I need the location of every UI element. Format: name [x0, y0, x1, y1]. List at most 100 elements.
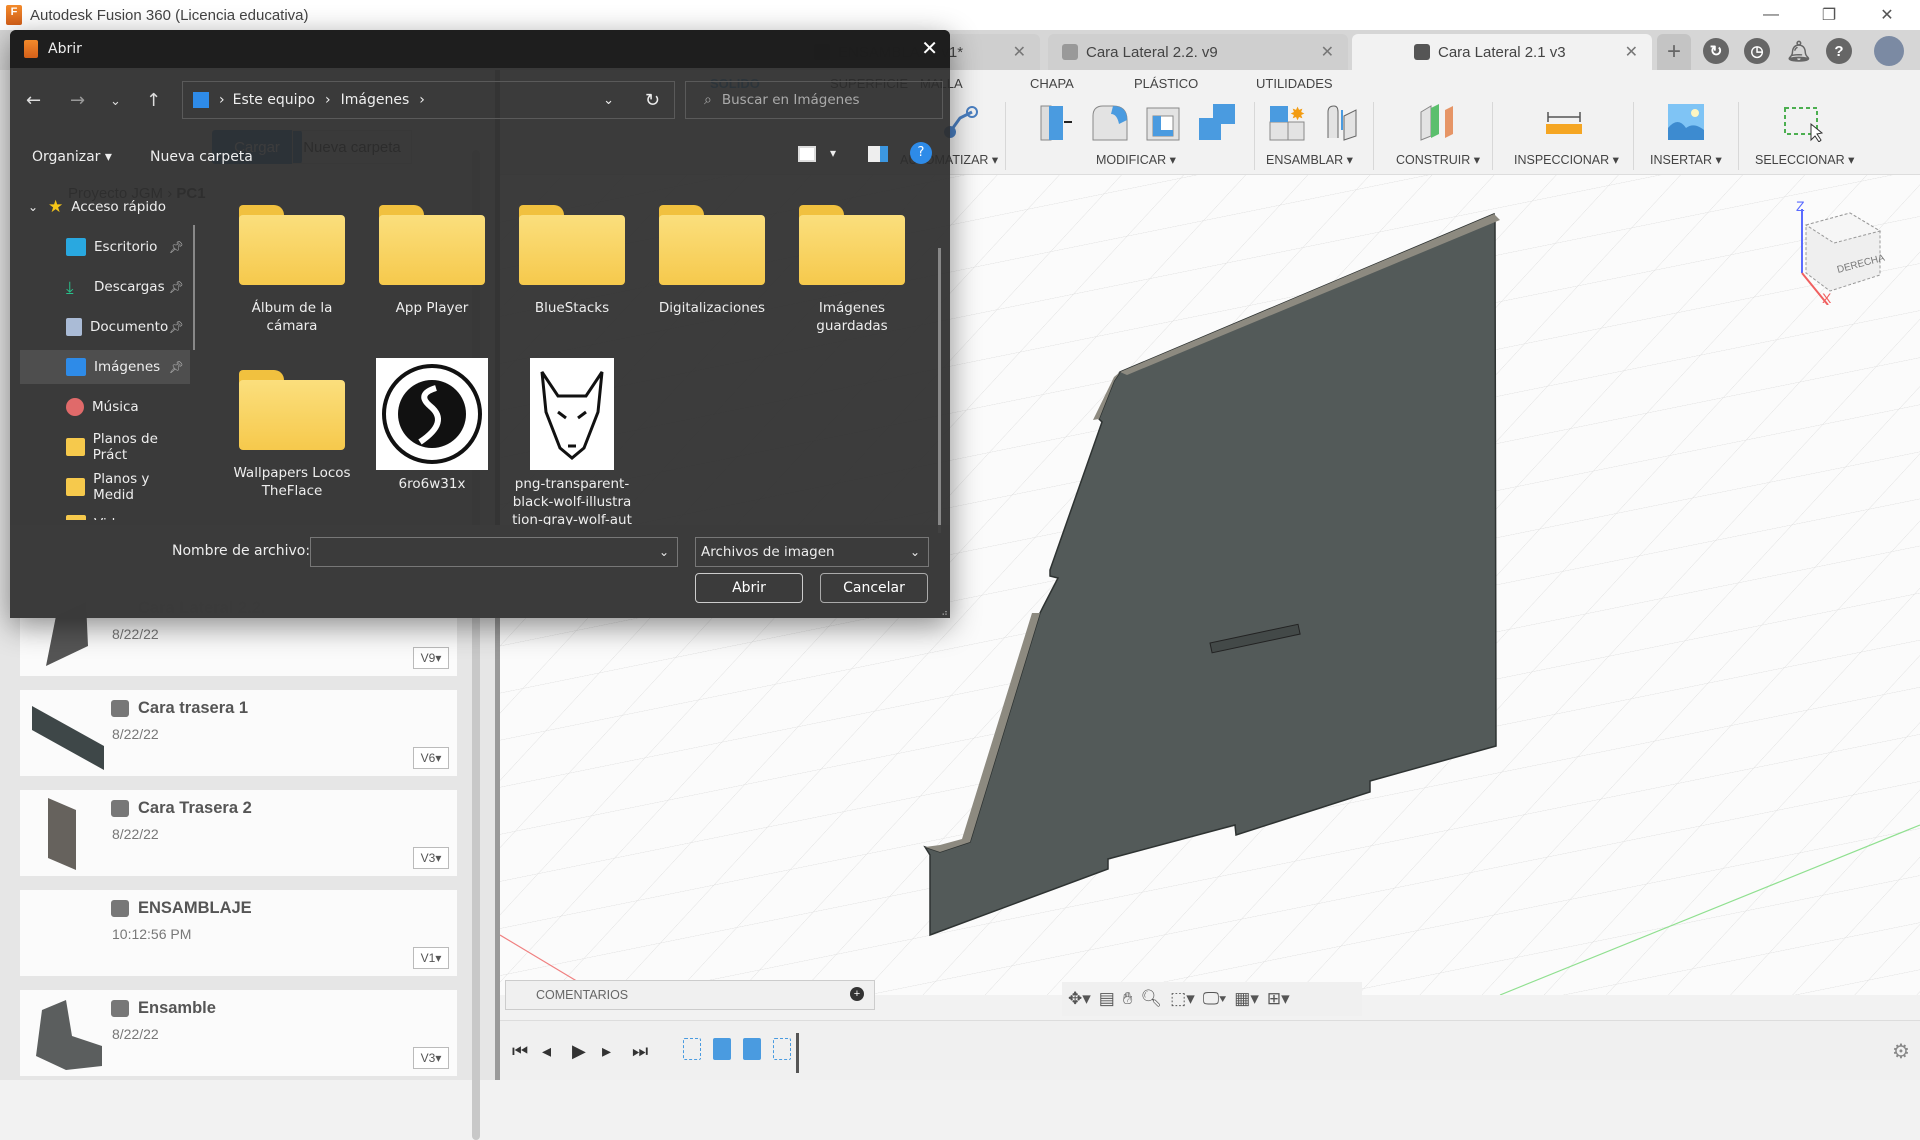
file-item-image[interactable]: png-transparent-black-wolf-illustration-…: [507, 358, 637, 525]
version-dropdown[interactable]: V3 ▾: [413, 1047, 449, 1069]
close-tab-icon[interactable]: ✕: [1321, 42, 1334, 62]
timeline-extrude-feature[interactable]: [713, 1038, 731, 1060]
timeline-sketch-feature[interactable]: [773, 1038, 791, 1060]
press-pull-icon[interactable]: [1037, 102, 1077, 142]
joint-icon[interactable]: [1322, 102, 1362, 142]
offset-plane-icon[interactable]: [1417, 102, 1457, 142]
filename-dropdown-icon[interactable]: ⌄: [659, 545, 669, 559]
fit-icon[interactable]: ⬚▾: [1170, 989, 1195, 1009]
notifications-bell-icon[interactable]: 🔔︎: [1786, 38, 1812, 64]
sidebar-item-documento[interactable]: Documento 📌︎: [20, 310, 190, 344]
filename-input[interactable]: ⌄: [310, 537, 678, 567]
extensions-icon[interactable]: ↻: [1703, 38, 1729, 64]
view-mode-icon[interactable]: [798, 146, 816, 162]
group-seleccionar[interactable]: SELECCIONAR ▾: [1755, 152, 1854, 167]
timeline-settings-gear-icon[interactable]: ⚙: [1892, 1039, 1910, 1064]
sidebar-item-musica[interactable]: Música: [20, 390, 190, 424]
view-options-chevron-icon[interactable]: ▾: [830, 146, 836, 160]
ribbon-tab-utilidades[interactable]: UTILIDADES: [1256, 76, 1333, 91]
ribbon-tab-plastico[interactable]: PLÁSTICO: [1134, 76, 1198, 91]
restore-button[interactable]: ❐: [1800, 0, 1858, 30]
look-at-icon[interactable]: ▤: [1099, 989, 1115, 1009]
new-tab-button[interactable]: +: [1657, 34, 1691, 70]
collapse-chevron-icon[interactable]: ⌄: [28, 200, 38, 214]
sidebar-item-imagenes[interactable]: Imágenes 📌︎: [20, 350, 190, 384]
pin-icon[interactable]: 📌︎: [169, 240, 184, 254]
select-window-icon[interactable]: [1783, 102, 1824, 143]
version-dropdown[interactable]: V9 ▾: [413, 647, 449, 669]
sidebar-item-planos-de-practica[interactable]: Planos de Práct: [20, 430, 190, 464]
job-status-icon[interactable]: ◷: [1744, 38, 1770, 64]
measure-icon[interactable]: [1544, 102, 1584, 142]
help-icon[interactable]: ?: [910, 142, 932, 164]
go-to-end-icon[interactable]: ⏭︎: [632, 1041, 648, 1062]
user-avatar[interactable]: [1874, 36, 1904, 66]
group-inspeccionar[interactable]: INSPECCIONAR ▾: [1514, 152, 1619, 167]
version-dropdown[interactable]: V3 ▾: [413, 847, 449, 869]
breadcrumb-imagenes[interactable]: Imágenes: [341, 92, 410, 108]
navigation-pane-scrollbar[interactable]: [193, 225, 195, 350]
shell-icon[interactable]: [1143, 102, 1183, 142]
filetype-select[interactable]: Archivos de imagen ⌄: [695, 537, 929, 567]
file-list-scrollbar[interactable]: [938, 248, 941, 533]
recent-locations-chevron-icon[interactable]: ⌄: [110, 94, 121, 109]
up-arrow-icon[interactable]: ↑: [146, 90, 161, 111]
display-settings-icon[interactable]: 🖵︎▾: [1203, 989, 1227, 1009]
step-forward-icon[interactable]: ▸: [602, 1041, 611, 1062]
file-item-image[interactable]: 6ro6w31x: [367, 358, 497, 493]
group-modificar[interactable]: MODIFICAR ▾: [1096, 152, 1176, 167]
help-icon[interactable]: ?: [1826, 38, 1852, 64]
back-arrow-icon[interactable]: ←: [26, 90, 41, 111]
file-item-folder[interactable]: Digitalizaciones: [647, 205, 777, 317]
group-ensamblar[interactable]: ENSAMBLAR ▾: [1266, 152, 1353, 167]
pin-icon[interactable]: 📌︎: [169, 320, 184, 334]
new-component-icon[interactable]: ✸: [1268, 102, 1308, 142]
go-to-start-icon[interactable]: ⏮︎: [512, 1041, 528, 1062]
tab-cara-lateral-2-2[interactable]: Cara Lateral 2.2. v9 ✕: [1048, 34, 1348, 70]
pan-hand-icon[interactable]: ✋︎: [1123, 989, 1133, 1009]
group-construir[interactable]: CONSTRUIR ▾: [1396, 152, 1480, 167]
address-dropdown-icon[interactable]: ⌄: [603, 93, 614, 108]
organize-menu[interactable]: Organizar ▾: [32, 149, 112, 165]
list-item[interactable]: Ensamble 8/22/22 V3 ▾: [20, 990, 457, 1076]
open-button[interactable]: Abrir: [695, 573, 803, 603]
list-item[interactable]: Cara Trasera 2 8/22/22 V3 ▾: [20, 790, 457, 876]
list-item[interactable]: Cara trasera 1 8/22/22 V6 ▾: [20, 690, 457, 776]
filetype-dropdown-icon[interactable]: ⌄: [910, 545, 920, 559]
comments-panel[interactable]: COMENTARIOS +: [505, 980, 875, 1010]
viewcube[interactable]: Z X DERECHA: [1790, 195, 1900, 306]
timeline-extrude-feature[interactable]: [743, 1038, 761, 1060]
sidebar-item-descargas[interactable]: ⤓ Descargas 📌︎: [20, 270, 190, 304]
sidebar-item-acceso-rapido[interactable]: ⌄ ★ Acceso rápido: [20, 190, 190, 224]
preview-pane-icon[interactable]: [868, 146, 888, 162]
group-insertar[interactable]: INSERTAR ▾: [1650, 152, 1722, 167]
resize-grip-icon[interactable]: ⣠: [941, 606, 948, 616]
fillet-icon[interactable]: [1089, 102, 1129, 142]
forward-arrow-icon[interactable]: →: [70, 90, 85, 111]
tab-cara-lateral-2-1[interactable]: Cara Lateral 2.1 v3 ✕: [1352, 34, 1652, 70]
step-back-icon[interactable]: ◂: [542, 1041, 551, 1062]
file-item-folder[interactable]: App Player: [367, 205, 497, 317]
close-window-button[interactable]: ✕: [1858, 0, 1916, 30]
dialog-close-button[interactable]: ✕: [921, 36, 938, 60]
file-item-folder[interactable]: Álbum de la cámara: [227, 205, 357, 335]
close-tab-icon[interactable]: ✕: [1013, 42, 1026, 62]
version-dropdown[interactable]: V1 ▾: [413, 947, 449, 969]
add-comment-icon[interactable]: +: [850, 987, 864, 1001]
file-item-folder[interactable]: Imágenes guardadas: [787, 205, 917, 335]
version-dropdown[interactable]: V6 ▾: [413, 747, 449, 769]
pin-icon[interactable]: 📌︎: [169, 360, 184, 374]
combine-icon[interactable]: [1197, 102, 1237, 142]
file-item-folder[interactable]: Wallpapers Locos TheFlace: [227, 370, 357, 500]
breadcrumb-este-equipo[interactable]: Este equipo: [233, 92, 315, 108]
new-folder-button[interactable]: Nueva carpeta: [150, 149, 253, 165]
orbit-icon[interactable]: ✥▾: [1068, 989, 1091, 1009]
viewports-icon[interactable]: ⊞▾: [1267, 989, 1290, 1009]
address-bar[interactable]: › Este equipo › Imágenes › ⌄ ↻: [182, 81, 675, 119]
ribbon-tab-chapa[interactable]: CHAPA: [1030, 76, 1074, 91]
minimize-button[interactable]: —: [1742, 0, 1800, 30]
cancel-button[interactable]: Cancelar: [820, 573, 928, 603]
search-input[interactable]: ⌕ Buscar en Imágenes: [685, 81, 943, 119]
timeline-sketch-feature[interactable]: [683, 1038, 701, 1060]
close-tab-icon[interactable]: ✕: [1625, 42, 1638, 62]
